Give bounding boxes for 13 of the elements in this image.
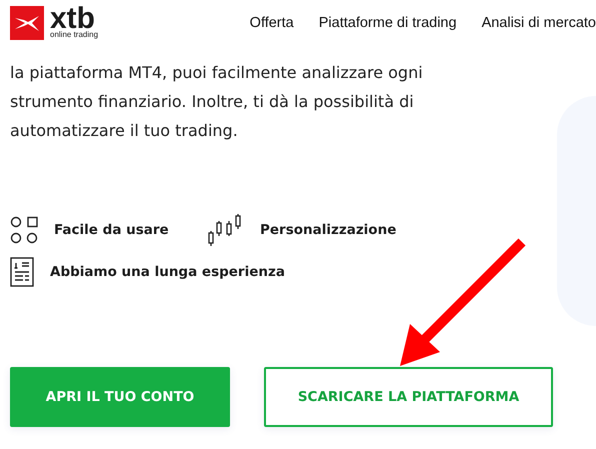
feature-label: Abbiamo una lunga esperienza	[50, 264, 285, 280]
logo-wordmark: xtb	[50, 7, 95, 31]
intro-paragraph: la piattaforma MT4, puoi facilmente analizzare ogni strumento finanziario. Inoltre, ti dà la possibilità di automatizzare il tuo trading.	[10, 62, 424, 142]
document-icon	[10, 257, 34, 287]
feature-label: Facile da usare	[54, 222, 169, 238]
logo-icon	[10, 6, 44, 40]
feature-label: Personalizzazione	[260, 222, 396, 238]
nav-link[interactable]: Offerta	[250, 15, 294, 31]
candlestick-icon	[208, 213, 242, 247]
logo-tagline: online trading	[50, 31, 98, 39]
shapes-icon	[10, 216, 38, 244]
nav-link[interactable]: Piattaforme di trading	[318, 15, 457, 31]
nav-link[interactable]: Analisi di mercato	[482, 15, 596, 31]
